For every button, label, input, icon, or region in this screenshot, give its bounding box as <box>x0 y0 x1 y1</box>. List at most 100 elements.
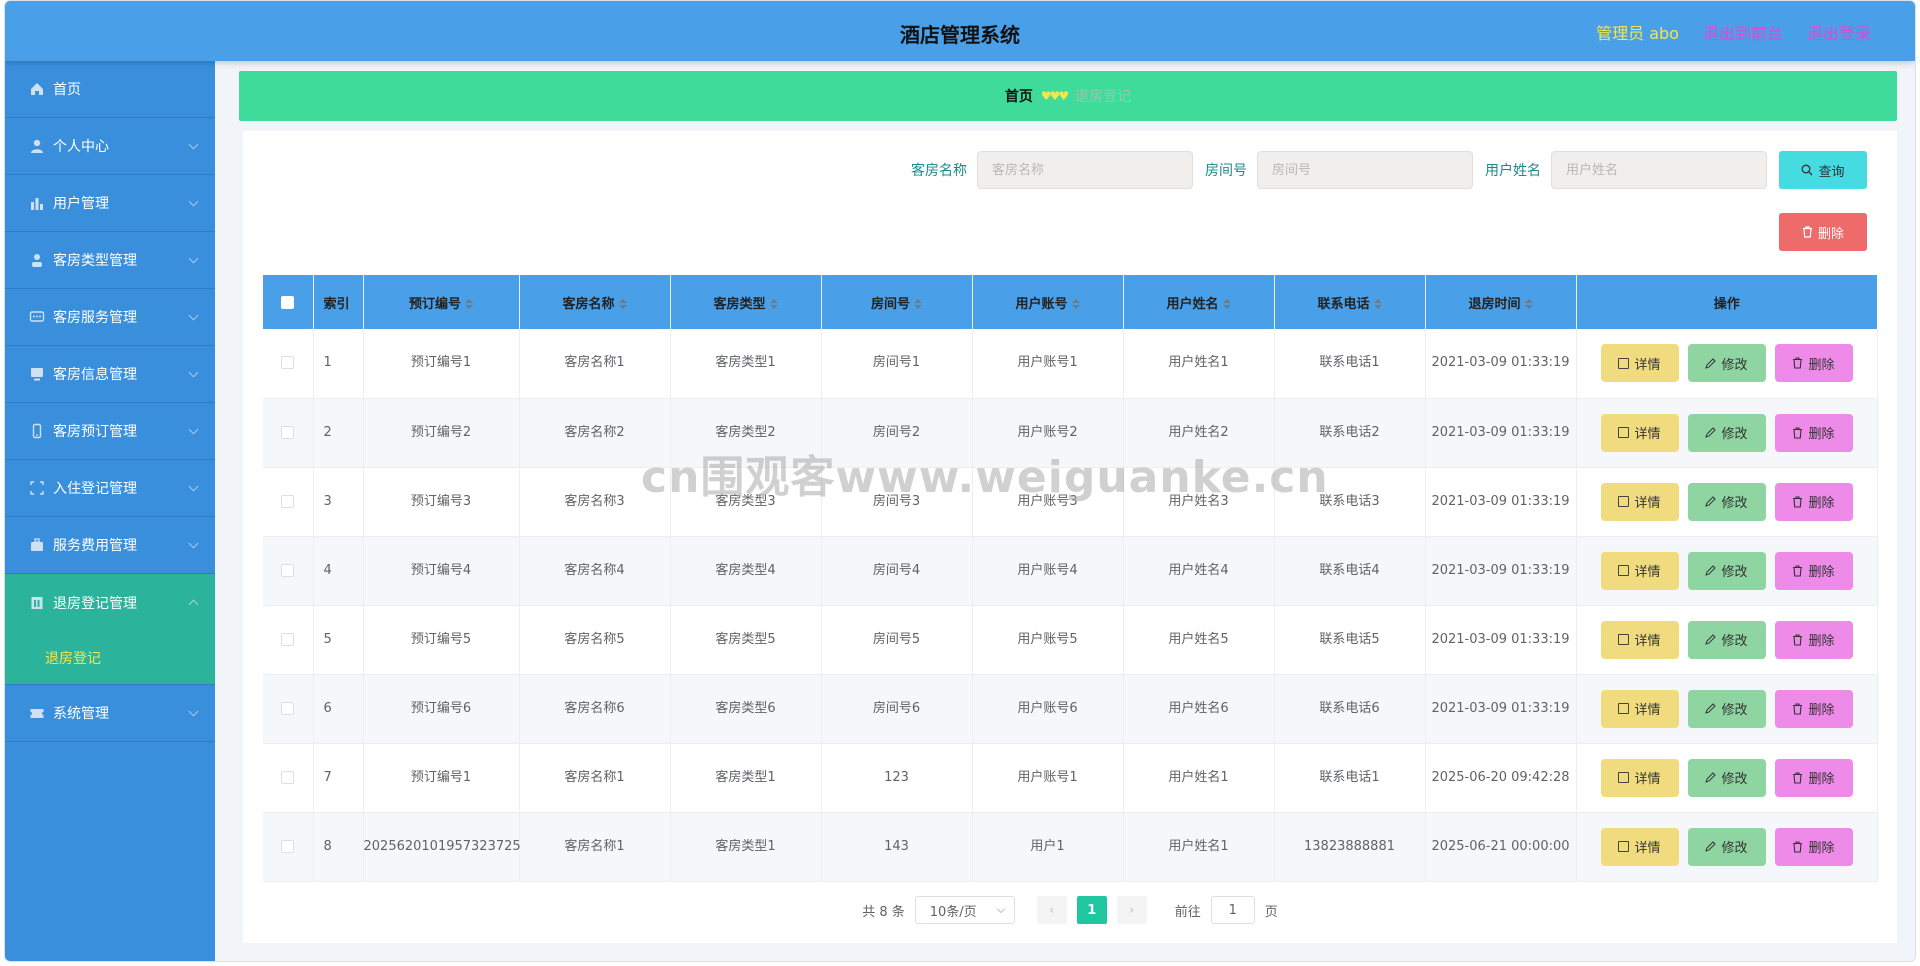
room-name-input[interactable] <box>977 151 1193 189</box>
sort-icon[interactable] <box>1524 299 1533 309</box>
cell-index: 3 <box>313 467 364 537</box>
sidebar-item-users[interactable]: 用户管理 <box>5 175 215 232</box>
header-user-name[interactable]: 用户姓名 <box>1123 275 1275 329</box>
detail-button[interactable]: 详情 <box>1600 482 1679 521</box>
header-room-type[interactable]: 客房类型 <box>670 275 822 329</box>
cell-checkout-time: 2021-03-09 01:33:19 <box>1425 398 1577 468</box>
user-icon <box>31 139 43 153</box>
row-checkbox[interactable] <box>281 425 295 439</box>
edit-button[interactable]: 修改 <box>1687 482 1766 521</box>
detail-button[interactable]: 详情 <box>1600 620 1679 659</box>
detail-button[interactable]: 详情 <box>1600 689 1679 728</box>
delete-label: 删除 <box>1808 840 1835 855</box>
detail-button[interactable]: 详情 <box>1600 758 1679 797</box>
detail-button[interactable]: 详情 <box>1600 413 1679 452</box>
delete-button[interactable]: 删除 <box>1774 689 1853 728</box>
goto-page-input[interactable] <box>1210 896 1255 924</box>
next-page-button[interactable]: › <box>1116 896 1147 924</box>
detail-button[interactable]: 详情 <box>1600 344 1679 383</box>
user-name-input[interactable] <box>1551 151 1767 189</box>
page-number-current[interactable]: 1 <box>1076 896 1107 924</box>
sort-icon[interactable] <box>1222 299 1231 309</box>
sidebar: 首页 个人中心 用户管理 客房类型管理 客房服务管理 客房信息管理 客房预订管理… <box>5 61 215 961</box>
row-checkbox[interactable] <box>281 494 295 508</box>
header-index: 索引 <box>313 275 364 329</box>
delete-button[interactable]: 删除 <box>1774 482 1853 521</box>
edit-button[interactable]: 修改 <box>1687 344 1766 383</box>
header-user-account[interactable]: 用户账号 <box>972 275 1124 329</box>
query-button[interactable]: 查询 <box>1779 151 1867 189</box>
breadcrumb-home[interactable]: 首页 <box>1005 86 1033 106</box>
header-booking-no[interactable]: 预订编号 <box>363 275 520 329</box>
sidebar-item-label: 用户管理 <box>53 196 109 212</box>
edit-button[interactable]: 修改 <box>1687 689 1766 728</box>
prev-page-button[interactable]: ‹ <box>1036 896 1067 924</box>
row-select-cell <box>263 536 314 606</box>
row-checkbox[interactable] <box>281 701 295 715</box>
sidebar-item-service-fees[interactable]: 服务费用管理 <box>5 517 215 574</box>
delete-button[interactable]: 删除 <box>1774 620 1853 659</box>
row-actions-cell: 详情 修改 删除 <box>1576 536 1878 606</box>
header-label: 客房类型 <box>713 296 766 312</box>
delete-button[interactable]: 删除 <box>1774 413 1853 452</box>
edit-button[interactable]: 修改 <box>1687 551 1766 590</box>
room-no-label: 房间号 <box>1205 163 1247 179</box>
detail-button[interactable]: 详情 <box>1600 827 1679 866</box>
row-checkbox[interactable] <box>281 839 295 853</box>
header-checkout-time[interactable]: 退房时间 <box>1425 275 1577 329</box>
sort-icon[interactable] <box>769 299 778 309</box>
sidebar-item-home[interactable]: 首页 <box>5 61 215 118</box>
sidebar-item-check-in[interactable]: 入住登记管理 <box>5 460 215 517</box>
row-checkbox[interactable] <box>281 632 295 646</box>
sidebar-item-room-booking[interactable]: 客房预订管理 <box>5 403 215 460</box>
edit-button[interactable]: 修改 <box>1687 620 1766 659</box>
edit-icon <box>1705 634 1717 645</box>
sidebar-item-room-services[interactable]: 客房服务管理 <box>5 289 215 346</box>
row-checkbox[interactable] <box>281 770 295 784</box>
table-header-row: 索引 预订编号 客房名称 客房类型 房间号 用户账号 用户姓名 联系电话 退房时… <box>263 275 1877 329</box>
sidebar-item-room-info[interactable]: 客房信息管理 <box>5 346 215 403</box>
delete-button[interactable]: 删除 <box>1774 344 1853 383</box>
header-room-name[interactable]: 客房名称 <box>519 275 671 329</box>
phone-icon <box>32 423 42 439</box>
edit-button[interactable]: 修改 <box>1687 827 1766 866</box>
sort-icon[interactable] <box>914 299 922 309</box>
row-select-cell <box>263 605 314 675</box>
delete-button[interactable]: 删除 <box>1774 827 1853 866</box>
delete-label: 删除 <box>1808 495 1835 510</box>
document-icon <box>1618 565 1630 576</box>
row-select-cell <box>263 329 314 399</box>
header-room-no[interactable]: 房间号 <box>821 275 973 329</box>
row-checkbox[interactable] <box>281 563 295 577</box>
top-header: 酒店管理系统 管理员 abo 退出到前台 退出登录 <box>5 1 1915 61</box>
delete-button[interactable]: 删除 <box>1774 551 1853 590</box>
logout-link[interactable]: 退出登录 <box>1807 20 1871 44</box>
trash-icon <box>1793 426 1803 439</box>
edit-button[interactable]: 修改 <box>1687 413 1766 452</box>
sidebar-subitem-checkout[interactable]: 退房登记 <box>5 631 215 685</box>
row-checkbox[interactable] <box>281 356 295 370</box>
room-no-input[interactable] <box>1257 151 1473 189</box>
sort-icon[interactable] <box>618 299 627 309</box>
delete-button[interactable]: 删除 <box>1774 758 1853 797</box>
sidebar-item-checkout-management[interactable]: 退房登记管理 <box>5 574 215 631</box>
sort-icon[interactable] <box>1071 299 1080 309</box>
pagination: 共 8 条 10条/页 ‹ 1 › 前往 页 <box>243 896 1897 924</box>
sort-icon[interactable] <box>1373 299 1382 309</box>
select-all-checkbox[interactable] <box>281 295 295 309</box>
cell-checkout-time: 2021-03-09 01:33:19 <box>1425 674 1577 744</box>
page-size-select[interactable]: 10条/页 <box>914 896 1015 924</box>
edit-button[interactable]: 修改 <box>1687 758 1766 797</box>
sidebar-item-room-types[interactable]: 客房类型管理 <box>5 232 215 289</box>
back-to-front-link[interactable]: 退出到前台 <box>1703 20 1783 44</box>
batch-delete-label: 删除 <box>1817 225 1844 241</box>
header-phone[interactable]: 联系电话 <box>1274 275 1426 329</box>
sidebar-item-profile[interactable]: 个人中心 <box>5 118 215 175</box>
trash-icon <box>1793 495 1803 508</box>
sort-icon[interactable] <box>465 299 473 309</box>
sidebar-item-system[interactable]: 系统管理 <box>5 685 215 742</box>
table-row: 6 预订编号6 客房名称6 客房类型6 房间号6 用户账号6 用户姓名6 联系电话6 2021-… <box>263 674 1878 744</box>
detail-button[interactable]: 详情 <box>1600 551 1679 590</box>
breadcrumb: 首页 ♥♥♥ 退房登记 <box>239 71 1897 121</box>
batch-delete-button[interactable]: 删除 <box>1779 213 1867 251</box>
